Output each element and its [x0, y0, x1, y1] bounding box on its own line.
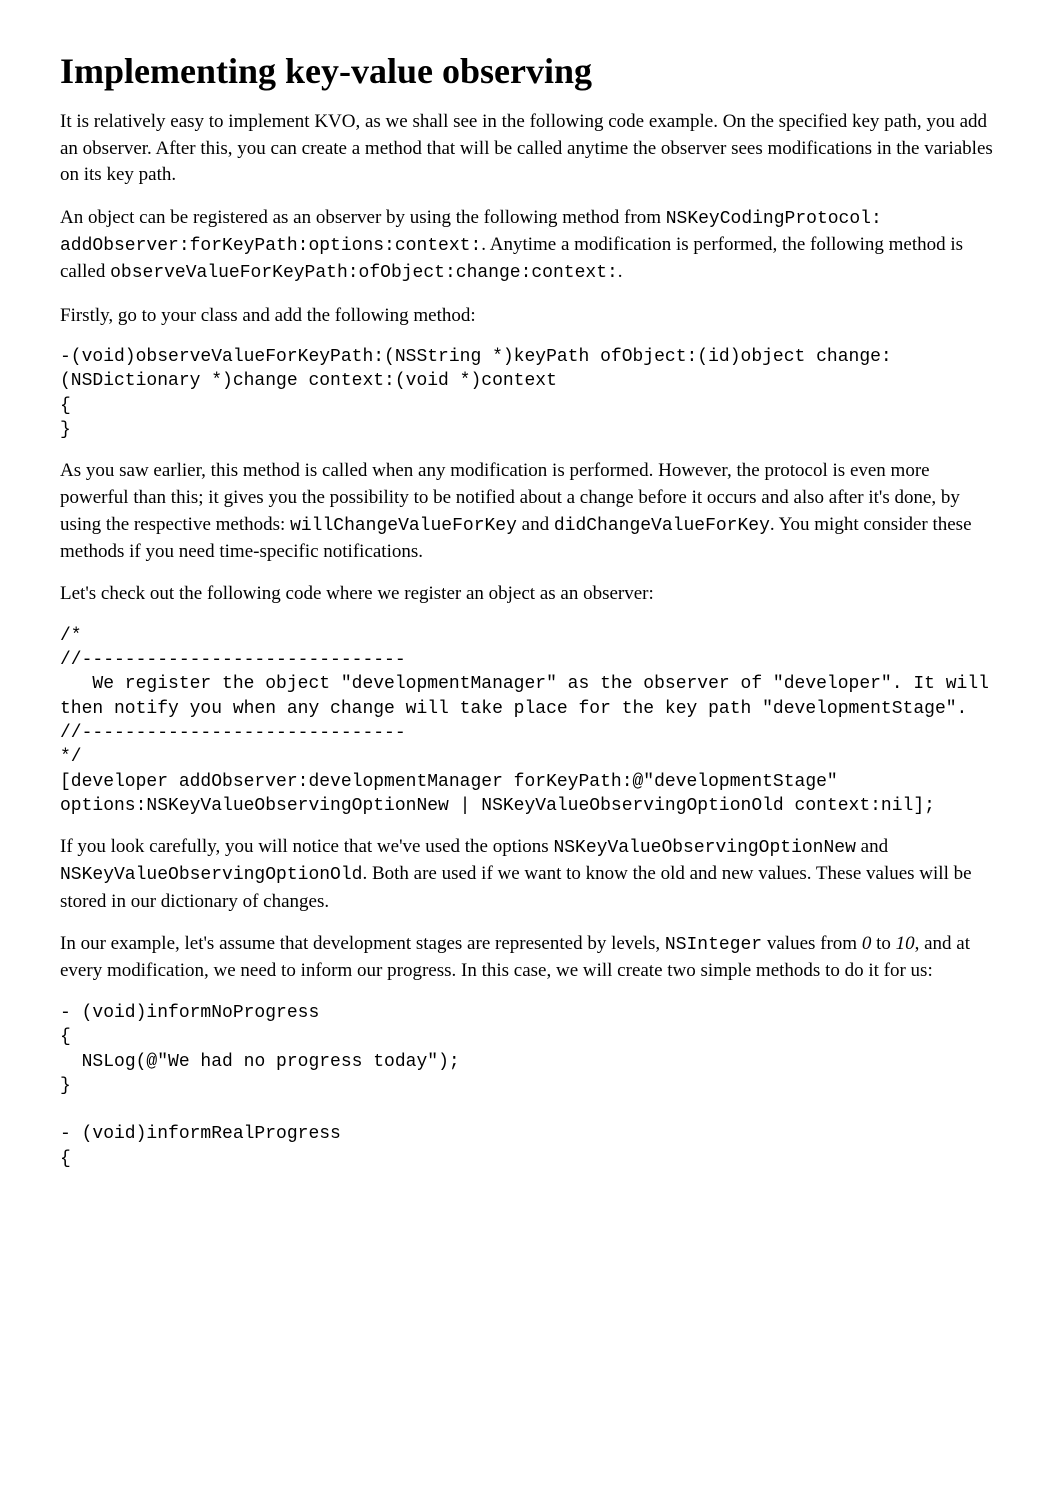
text: and [517, 514, 554, 535]
paragraph-intro: It is relatively easy to implement KVO, … [60, 109, 1000, 189]
paragraph-example: In our example, let's assume that develo… [60, 931, 1000, 985]
code-inline: NSKeyValueObservingOptionNew [553, 838, 855, 858]
code-block-register: /* //------------------------------ We r… [60, 624, 1000, 818]
paragraph-instruction: Firstly, go to your class and add the fo… [60, 303, 1000, 330]
text-italic: 10 [896, 933, 915, 954]
paragraph-checkout: Let's check out the following code where… [60, 581, 1000, 608]
code-inline: NSInteger [665, 935, 762, 955]
code-block-methods: - (void)informNoProgress { NSLog(@"We ha… [60, 1001, 1000, 1171]
code-inline: didChangeValueForKey [554, 516, 770, 536]
paragraph-register: An object can be registered as an observ… [60, 205, 1000, 287]
paragraph-options: If you look carefully, you will notice t… [60, 834, 1000, 915]
text: to [871, 933, 895, 954]
text: If you look carefully, you will notice t… [60, 836, 553, 857]
text: values from [762, 933, 862, 954]
code-inline: NSKeyValueObservingOptionOld [60, 865, 362, 885]
page-title: Implementing key-value observing [60, 50, 1000, 93]
code-block-observe: -(void)observeValueForKeyPath:(NSString … [60, 345, 1000, 442]
text: and [856, 836, 888, 857]
text: In our example, let's assume that develo… [60, 933, 665, 954]
text-italic: 0 [862, 933, 872, 954]
text: . [618, 261, 623, 282]
paragraph-protocol: As you saw earlier, this method is calle… [60, 458, 1000, 565]
text: An object can be registered as an observ… [60, 207, 666, 228]
code-inline: willChangeValueForKey [290, 516, 517, 536]
code-inline: observeValueForKeyPath:ofObject:change:c… [110, 263, 618, 283]
